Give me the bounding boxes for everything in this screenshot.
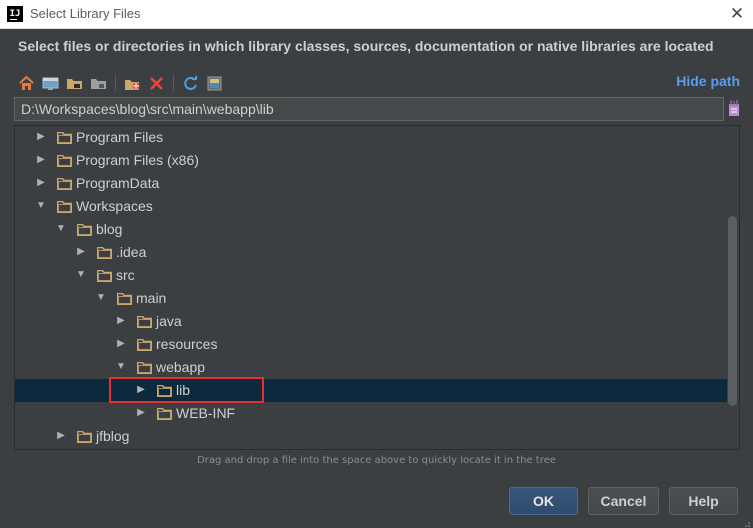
new-folder-icon[interactable] [124, 75, 141, 92]
toolbar-separator [173, 75, 174, 91]
tree-row-label: resources [156, 336, 218, 352]
close-window-button[interactable]: ✕ [727, 4, 747, 24]
tree-row[interactable]: ▼ src [15, 264, 727, 287]
home-icon[interactable] [18, 75, 35, 92]
collapsed-arrow-icon[interactable]: ▶ [55, 429, 67, 443]
tree-row[interactable]: ▶ .idea [15, 241, 727, 264]
intellij-app-icon: IJ [7, 6, 23, 22]
delete-icon[interactable] [148, 75, 165, 92]
collapsed-arrow-icon[interactable]: ▶ [115, 314, 127, 328]
collapsed-arrow-icon[interactable]: ▶ [75, 245, 87, 259]
collapsed-arrow-icon[interactable]: ▶ [35, 176, 47, 190]
file-chooser-toolbar [18, 73, 223, 93]
tree-row-label: .idea [116, 244, 147, 260]
toolbar-separator [115, 75, 116, 91]
expanded-arrow-icon[interactable]: ▼ [95, 291, 107, 305]
tree-row-label: Program Files (x86) [76, 152, 199, 168]
expanded-arrow-icon[interactable]: ▼ [55, 222, 67, 236]
folder-icon [96, 246, 113, 260]
tree-scrollbar-thumb[interactable] [728, 216, 737, 406]
tree-row[interactable]: ▼ blog [15, 218, 727, 241]
hide-path-link[interactable]: Hide path [676, 73, 740, 89]
tree-row-label: ProgramData [76, 175, 160, 191]
tree-row[interactable]: ▶ Program Files [15, 126, 727, 149]
folder-icon [76, 430, 93, 444]
tree-row-label: java [156, 313, 182, 329]
window-titlebar: IJ Select Library Files ✕ [0, 0, 753, 29]
module-folder-icon[interactable] [90, 75, 107, 92]
tree-row[interactable]: ▶ jfblog [15, 425, 727, 448]
tree-row[interactable]: ▶ ProgramData [15, 172, 727, 195]
desktop-icon[interactable] [42, 75, 59, 92]
folder-icon [96, 269, 113, 283]
collapsed-arrow-icon[interactable]: ▶ [135, 406, 147, 420]
tree-row[interactable]: ▼ webapp [15, 356, 727, 379]
tree-row[interactable]: ▶ resources [15, 333, 727, 356]
collapsed-arrow-icon[interactable]: ▶ [115, 337, 127, 351]
resize-grip-icon[interactable] [741, 516, 751, 527]
expanded-arrow-icon[interactable]: ▼ [75, 268, 87, 282]
tree-row-label: src [116, 267, 135, 283]
cancel-button[interactable]: Cancel [588, 487, 659, 515]
ok-button[interactable]: OK [509, 487, 578, 515]
tree-row[interactable]: ▼ main [15, 287, 727, 310]
collapsed-arrow-icon[interactable]: ▶ [35, 130, 47, 144]
drag-drop-hint: Drag and drop a file into the space abov… [197, 455, 556, 466]
refresh-icon[interactable] [182, 75, 199, 92]
folder-icon [136, 338, 153, 352]
folder-icon [56, 131, 73, 145]
annotation-highlight-box [109, 377, 264, 403]
expanded-arrow-icon[interactable]: ▼ [115, 360, 127, 374]
collapsed-arrow-icon[interactable]: ▶ [35, 153, 47, 167]
show-hidden-icon[interactable] [206, 75, 223, 92]
file-tree[interactable]: ▶ Program Files ▶ Program Files (x86) ▶ Progr… [14, 125, 740, 450]
folder-icon [136, 315, 153, 329]
tree-row-label: WEB-INF [176, 405, 236, 421]
project-folder-icon[interactable] [66, 75, 83, 92]
tree-row-label: webapp [156, 359, 206, 375]
expanded-arrow-icon[interactable]: ▼ [35, 199, 47, 213]
tree-row-label: main [136, 290, 167, 306]
folder-icon [56, 154, 73, 168]
tree-row-label: jfblog [96, 428, 130, 444]
tree-row[interactable]: ▶ Program Files (x86) [15, 149, 727, 172]
folder-icon [116, 292, 133, 306]
window-title: Select Library Files [30, 6, 141, 21]
tree-row[interactable]: ▼ Workspaces [15, 195, 727, 218]
folder-icon [136, 361, 153, 375]
path-input[interactable]: D:\Workspaces\blog\src\main\webapp\lib [14, 97, 724, 121]
tree-row[interactable]: ▶ java [15, 310, 727, 333]
help-button[interactable]: Help [669, 487, 738, 515]
folder-icon [76, 223, 93, 237]
folder-icon [56, 200, 73, 214]
tree-row-label: blog [96, 221, 123, 237]
tree-row[interactable]: ▶ WEB-INF [15, 402, 727, 425]
dialog-instruction: Select files or directories in which lib… [18, 38, 714, 54]
folder-icon [56, 177, 73, 191]
folder-icon [156, 407, 173, 421]
tree-row-label: Program Files [76, 129, 164, 145]
tree-row-label: Workspaces [76, 198, 153, 214]
path-history-icon[interactable] [728, 100, 740, 117]
